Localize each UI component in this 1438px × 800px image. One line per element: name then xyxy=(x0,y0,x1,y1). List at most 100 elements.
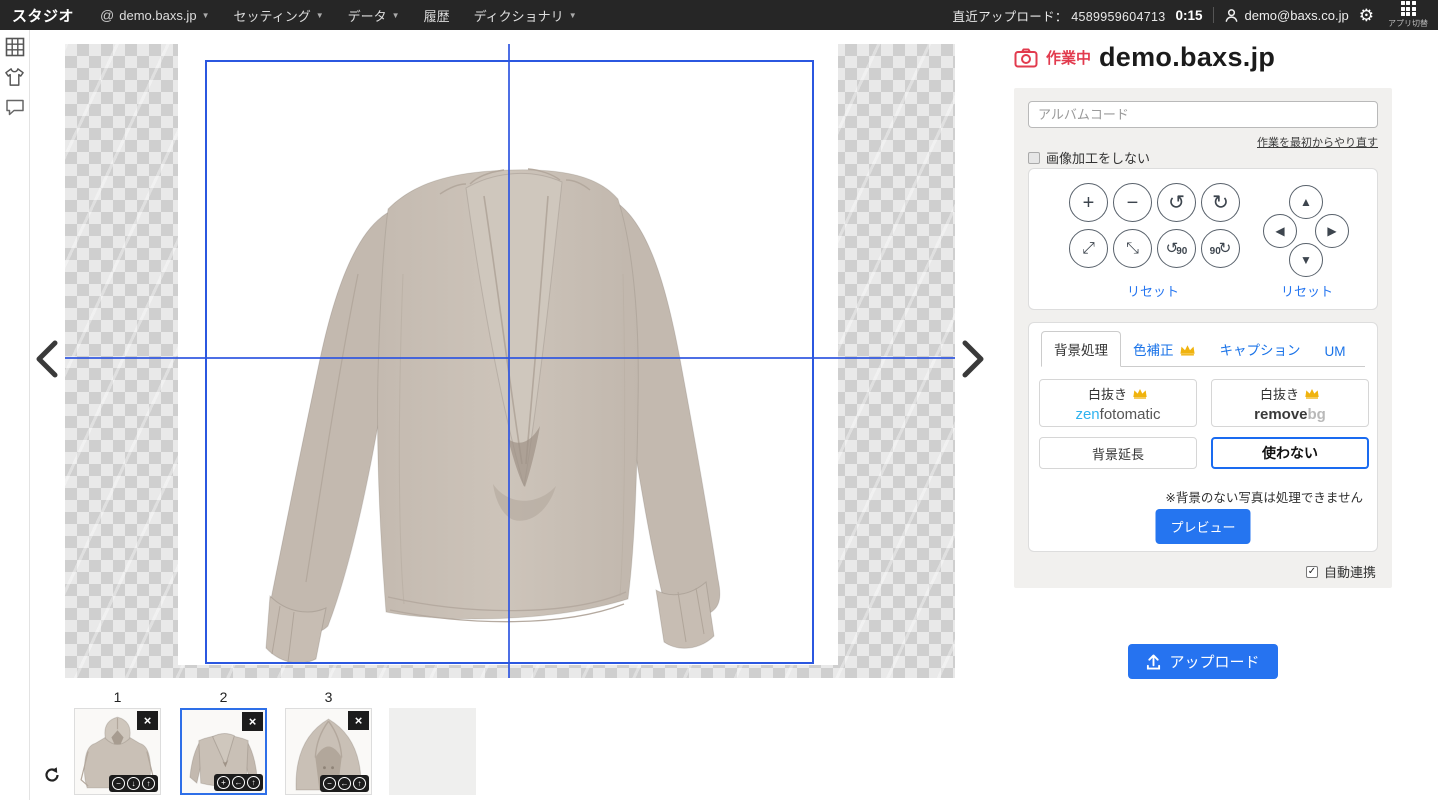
camera-icon xyxy=(1014,48,1038,68)
refresh-icon[interactable] xyxy=(44,767,60,783)
chevron-down-icon: ▼ xyxy=(392,11,400,20)
divider xyxy=(1213,7,1214,23)
tshirt-icon xyxy=(4,67,25,87)
rotate-cw-button[interactable]: ↻ xyxy=(1201,183,1240,222)
reset-position-link[interactable]: リセット xyxy=(1281,281,1333,300)
nav-settings-menu[interactable]: セッティング ▼ xyxy=(221,0,335,30)
expand-icon: ⤢ xyxy=(1082,241,1095,257)
expand-control[interactable]: + xyxy=(217,776,230,789)
restart-work-link[interactable]: 作業を最初からやり直す xyxy=(1257,134,1378,150)
auto-link-checkbox[interactable]: ✓ 自動連携 xyxy=(1306,562,1376,581)
tab-label: キャプション xyxy=(1220,339,1301,359)
use-none-button[interactable]: 使わない xyxy=(1211,437,1369,469)
album-code-input[interactable] xyxy=(1028,101,1378,128)
speech-bubble-icon xyxy=(5,98,25,117)
no-image-edit-checkbox[interactable]: 画像加工をしない xyxy=(1028,148,1150,167)
upload-timer: 0:15 xyxy=(1175,8,1202,23)
tab-um[interactable]: UM xyxy=(1313,337,1358,366)
rotate-ccw-icon: ↺ xyxy=(1168,193,1185,213)
move-down-control[interactable]: ↓ xyxy=(127,777,140,790)
studio-app: スタジオ @ demo.baxs.jp ▼ セッティング ▼ データ ▼ 履歴 … xyxy=(0,0,1438,800)
reset-transform-link[interactable]: リセット xyxy=(1127,281,1179,300)
shrink-button[interactable]: ⤡ xyxy=(1113,229,1152,268)
app-switch-label: アプリ切替 xyxy=(1388,18,1428,29)
comment-tool[interactable] xyxy=(4,96,26,118)
prev-image-button[interactable] xyxy=(34,340,60,378)
zoom-out-button[interactable]: − xyxy=(1113,183,1152,222)
crop-rectangle[interactable] xyxy=(205,60,814,664)
thumbnail-controls: + ← ↑ xyxy=(214,774,263,791)
move-right-button[interactable]: ▶ xyxy=(1315,214,1349,248)
thumbnail-1[interactable]: × − ↓ ↑ xyxy=(74,708,161,795)
move-down-button[interactable]: ▼ xyxy=(1289,243,1323,277)
close-icon[interactable]: × xyxy=(348,711,369,730)
move-left-control[interactable]: ← xyxy=(338,777,351,790)
rotate-ccw-button[interactable]: ↺ xyxy=(1157,183,1196,222)
checkbox-unchecked-icon xyxy=(1028,152,1040,164)
user-icon xyxy=(1224,8,1239,23)
thumbnail-controls: − ← ↑ xyxy=(320,775,369,792)
thumbnail-4-empty[interactable] xyxy=(389,708,476,795)
move-up-control[interactable]: ↑ xyxy=(247,776,260,789)
whiteout-removebg-button[interactable]: 白抜き removebg xyxy=(1211,379,1369,427)
nav-history-label: 履歴 xyxy=(424,6,450,25)
preview-button[interactable]: プレビュー xyxy=(1155,509,1250,544)
close-icon[interactable]: × xyxy=(242,712,263,731)
recent-upload-label: 直近アップロード： 4589959604713 xyxy=(953,6,1166,25)
use-none-label: 使わない xyxy=(1262,443,1318,463)
app-switch-button[interactable]: アプリ切替 xyxy=(1388,1,1428,29)
removebg-brand: removebg xyxy=(1254,406,1326,423)
background-processing-card: 背景処理 色補正 キャプション UM 白抜き zenfotomatic 白抜き … xyxy=(1028,322,1378,552)
rotate-90-ccw-button[interactable]: ↺90 xyxy=(1157,229,1196,268)
thumbnail-2-selected[interactable]: × + ← ↑ xyxy=(180,708,267,795)
background-extend-button[interactable]: 背景延長 xyxy=(1039,437,1197,469)
nav-dictionary-menu[interactable]: ディクショナリ ▼ xyxy=(462,0,589,30)
thumbnail-number: 3 xyxy=(285,689,372,705)
move-left-control[interactable]: ← xyxy=(232,776,245,789)
whiteout-label: 白抜き xyxy=(1088,384,1127,403)
settings-panel: 作業を最初からやり直す 画像加工をしない + − ↺ ↻ ⤢ ⤡ ↺90 90↻… xyxy=(1014,88,1392,588)
tab-label: 色補正 xyxy=(1133,339,1174,359)
triangle-down-icon: ▼ xyxy=(1300,253,1312,267)
background-extend-label: 背景延長 xyxy=(1092,444,1144,463)
gear-icon[interactable]: ⚙ xyxy=(1359,7,1374,24)
move-left-button[interactable]: ◀ xyxy=(1263,214,1297,248)
move-up-control[interactable]: ↑ xyxy=(353,777,366,790)
garment-tool[interactable] xyxy=(4,66,26,88)
nav-history[interactable]: 履歴 xyxy=(412,0,462,30)
thumbnail-3[interactable]: × − ← ↑ xyxy=(285,708,372,795)
move-up-button[interactable]: ▲ xyxy=(1289,185,1323,219)
recent-upload-code: 4589959604713 xyxy=(1071,10,1165,24)
shrink-control[interactable]: − xyxy=(323,777,336,790)
upload-button[interactable]: アップロード xyxy=(1128,644,1278,679)
grid-view-tool[interactable] xyxy=(4,36,26,58)
shrink-icon: ⤡ xyxy=(1126,241,1139,257)
rotate-cw-icon: ↻ xyxy=(1219,241,1232,256)
nav-data-menu[interactable]: データ ▼ xyxy=(336,0,412,30)
app-brand: スタジオ xyxy=(12,5,74,26)
next-image-button[interactable] xyxy=(960,340,986,378)
no-image-edit-label: 画像加工をしない xyxy=(1046,148,1150,167)
chevron-down-icon: ▼ xyxy=(316,11,324,20)
thumbnail-number: 1 xyxy=(74,689,161,705)
move-up-control[interactable]: ↑ xyxy=(142,777,155,790)
tab-color-correction[interactable]: 色補正 xyxy=(1121,332,1208,366)
zoom-in-button[interactable]: + xyxy=(1069,183,1108,222)
nav-domain-menu[interactable]: @ demo.baxs.jp ▼ xyxy=(88,0,221,30)
whiteout-zenfotomatic-button[interactable]: 白抜き zenfotomatic xyxy=(1039,379,1197,427)
upload-label: アップロード xyxy=(1169,651,1259,672)
crown-icon xyxy=(1179,343,1196,356)
tab-caption[interactable]: キャプション xyxy=(1208,332,1313,366)
nav-dictionary-label: ディクショナリ xyxy=(474,6,564,25)
shrink-control[interactable]: − xyxy=(112,777,125,790)
apps-grid-icon xyxy=(1401,1,1416,16)
tab-background-processing[interactable]: 背景処理 xyxy=(1041,331,1121,367)
expand-button[interactable]: ⤢ xyxy=(1069,229,1108,268)
account-menu[interactable]: demo@baxs.co.jp xyxy=(1224,8,1349,23)
rotate-90-cw-button[interactable]: 90↻ xyxy=(1201,229,1240,268)
recent-upload-caption: 直近アップロード： xyxy=(953,10,1068,24)
thumbnail-controls: − ↓ ↑ xyxy=(109,775,158,792)
grid-icon xyxy=(5,37,25,57)
close-icon[interactable]: × xyxy=(137,711,158,730)
chevron-down-icon: ▼ xyxy=(202,11,210,20)
